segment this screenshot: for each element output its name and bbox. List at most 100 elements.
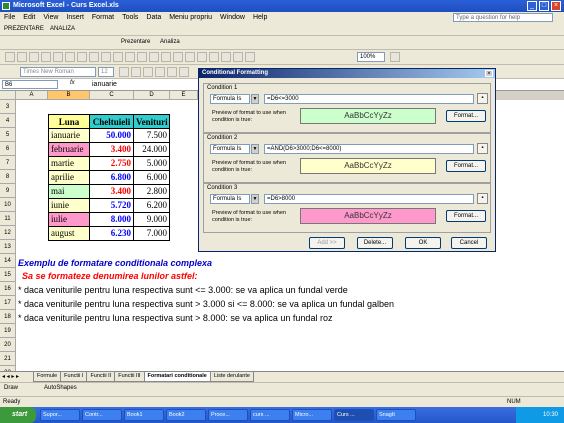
- row-header[interactable]: 20: [0, 338, 16, 352]
- condition-formula-input[interactable]: =AND(D6>3000;D6<=8000): [264, 144, 474, 154]
- menu-meniu-propriu[interactable]: Meniu propriu: [165, 12, 216, 23]
- row-header[interactable]: 10: [0, 198, 16, 212]
- print-icon[interactable]: [65, 52, 75, 62]
- collapse-dialog-icon[interactable]: ▪: [477, 143, 488, 154]
- menu-edit[interactable]: Edit: [19, 12, 39, 23]
- row-header[interactable]: 17: [0, 296, 16, 310]
- tab-functii-3[interactable]: Functii III: [114, 372, 145, 382]
- prezentare-button[interactable]: Prezentare: [121, 36, 150, 48]
- cell-venituri[interactable]: 6.200: [134, 199, 170, 213]
- prezentare-menu[interactable]: PREZENTARE: [4, 23, 44, 35]
- select-all-corner[interactable]: [0, 91, 16, 100]
- row-header[interactable]: 4: [0, 114, 16, 128]
- tab-liste-derulante[interactable]: Liste derulante: [209, 372, 254, 382]
- add-condition-button[interactable]: Add >>: [309, 237, 345, 249]
- permission-icon[interactable]: [41, 52, 51, 62]
- cell-venituri[interactable]: 5.000: [134, 157, 170, 171]
- condition-type-select[interactable]: Formula Is: [210, 144, 250, 154]
- maximize-button[interactable]: □: [539, 1, 549, 11]
- row-header[interactable]: 14: [0, 254, 16, 268]
- open-icon[interactable]: [17, 52, 27, 62]
- hyperlink-icon[interactable]: [185, 52, 195, 62]
- row-header[interactable]: 19: [0, 324, 16, 338]
- condition-formula-input[interactable]: =D6>8000: [264, 194, 474, 204]
- cell-cheltuieli[interactable]: 3.400: [90, 185, 134, 199]
- ok-button[interactable]: OK: [405, 237, 441, 249]
- cut-icon[interactable]: [113, 52, 123, 62]
- paste-icon[interactable]: [137, 52, 147, 62]
- menu-data[interactable]: Data: [142, 12, 165, 23]
- chevron-down-icon[interactable]: ▼: [251, 144, 259, 154]
- cell-venituri[interactable]: 7.000: [134, 227, 170, 241]
- taskbar-item[interactable]: Proce...: [208, 409, 248, 421]
- start-button[interactable]: start: [0, 407, 36, 423]
- chart-wizard-icon[interactable]: [233, 52, 243, 62]
- redo-icon[interactable]: [173, 52, 183, 62]
- row-header[interactable]: 3: [0, 100, 16, 114]
- cell-cheltuieli[interactable]: 8.000: [90, 213, 134, 227]
- cancel-button[interactable]: Cancel: [451, 237, 487, 249]
- cell-cheltuieli[interactable]: 3.400: [90, 143, 134, 157]
- header-cheltuieli[interactable]: Cheltuieli: [90, 114, 134, 129]
- align-left-icon[interactable]: [155, 67, 165, 77]
- copy-icon[interactable]: [125, 52, 135, 62]
- font-name-select[interactable]: Times New Roman: [20, 67, 96, 77]
- spelling-icon[interactable]: [89, 52, 99, 62]
- align-center-icon[interactable]: [167, 67, 177, 77]
- help-search-input[interactable]: Type a question for help: [453, 13, 553, 22]
- name-box[interactable]: B6: [2, 80, 58, 89]
- italic-icon[interactable]: [131, 67, 141, 77]
- condition-type-select[interactable]: Formula Is: [210, 94, 250, 104]
- taskbar-item[interactable]: Curs ...: [334, 409, 374, 421]
- column-header-d[interactable]: D: [134, 91, 170, 100]
- row-header[interactable]: 11: [0, 212, 16, 226]
- minimize-button[interactable]: _: [527, 1, 537, 11]
- cell-cheltuieli[interactable]: 5.720: [90, 199, 134, 213]
- row-header[interactable]: 15: [0, 268, 16, 282]
- cell-luna[interactable]: august: [48, 227, 90, 241]
- cell-luna[interactable]: iunie: [48, 199, 90, 213]
- row-header[interactable]: 18: [0, 310, 16, 324]
- menu-help[interactable]: Help: [249, 12, 271, 23]
- menu-file[interactable]: File: [0, 12, 19, 23]
- taskbar-item[interactable]: Supor...: [40, 409, 80, 421]
- cell-venituri[interactable]: 6.000: [134, 171, 170, 185]
- tab-formatari-conditionale[interactable]: Formatari conditionale: [143, 372, 211, 382]
- tab-functii-1[interactable]: Functii I: [60, 372, 88, 382]
- chevron-down-icon[interactable]: ▼: [251, 194, 259, 204]
- row-header[interactable]: 5: [0, 128, 16, 142]
- cell-luna[interactable]: aprilie: [48, 171, 90, 185]
- email-icon[interactable]: [53, 52, 63, 62]
- row-header[interactable]: 21: [0, 352, 16, 366]
- cell-luna[interactable]: februarie: [48, 143, 90, 157]
- row-header[interactable]: 13: [0, 240, 16, 254]
- taskbar-item[interactable]: Book2: [166, 409, 206, 421]
- close-button[interactable]: ×: [551, 1, 561, 11]
- column-header-e[interactable]: E: [170, 91, 198, 100]
- new-icon[interactable]: [5, 52, 15, 62]
- cell-luna[interactable]: martie: [48, 157, 90, 171]
- align-right-icon[interactable]: [179, 67, 189, 77]
- cell-venituri[interactable]: 9.000: [134, 213, 170, 227]
- taskbar-item[interactable]: Contr...: [82, 409, 122, 421]
- column-header-a[interactable]: A: [16, 91, 48, 100]
- cell-venituri[interactable]: 2.800: [134, 185, 170, 199]
- row-header[interactable]: 12: [0, 226, 16, 240]
- taskbar-item[interactable]: curs ...: [250, 409, 290, 421]
- undo-icon[interactable]: [161, 52, 171, 62]
- cell-cheltuieli[interactable]: 6.230: [90, 227, 134, 241]
- row-header[interactable]: 7: [0, 156, 16, 170]
- dialog-close-button[interactable]: ×: [485, 70, 493, 77]
- sort-desc-icon[interactable]: [221, 52, 231, 62]
- row-header[interactable]: 8: [0, 170, 16, 184]
- drawing-icon[interactable]: [245, 52, 255, 62]
- taskbar-item[interactable]: Book1: [124, 409, 164, 421]
- taskbar-item[interactable]: SnagIt: [376, 409, 416, 421]
- save-icon[interactable]: [29, 52, 39, 62]
- analiza-button[interactable]: Analiza: [160, 36, 180, 48]
- cell-venituri[interactable]: 24.000: [134, 143, 170, 157]
- format-button[interactable]: Format...: [446, 160, 486, 172]
- menu-insert[interactable]: Insert: [62, 12, 88, 23]
- autosum-icon[interactable]: [197, 52, 207, 62]
- cell-cheltuieli[interactable]: 50.000: [90, 129, 134, 143]
